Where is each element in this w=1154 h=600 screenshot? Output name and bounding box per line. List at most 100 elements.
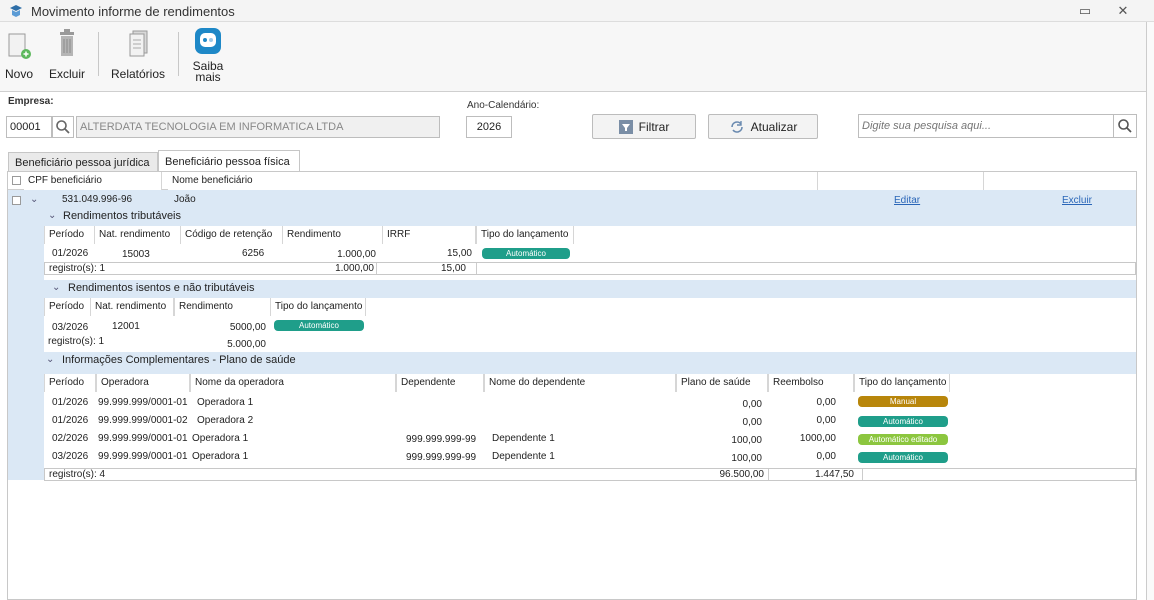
- saude-periodo: 01/2026: [52, 415, 89, 426]
- saude-nome-dependente: Dependente 1: [492, 451, 555, 462]
- empresa-label: Empresa:: [8, 96, 54, 107]
- trib-title: Rendimentos tributáveis: [63, 210, 182, 222]
- excluir-button[interactable]: Excluir: [48, 26, 86, 81]
- col-nome[interactable]: Nome beneficiário: [168, 172, 818, 190]
- col-editar: [818, 172, 984, 190]
- saude-plano: 0,00: [742, 399, 762, 410]
- isentos-col-periodo[interactable]: Período: [44, 298, 92, 316]
- relatorios-label: Relatórios: [110, 67, 166, 81]
- saude-tipo-badge: Automático: [858, 452, 948, 463]
- trib-col-codigo[interactable]: Código de retenção: [180, 226, 284, 244]
- info-chat-icon: [195, 28, 221, 54]
- saude-title: Informações Complementares - Plano de sa…: [62, 354, 296, 366]
- search-icon: [56, 120, 70, 134]
- saude-row[interactable]: 02/2026 99.999.999/0001-01 Operadora 1 999.…: [44, 430, 1136, 448]
- saude-chevron-icon[interactable]: ⌄: [46, 354, 54, 365]
- saude-col-nome-op[interactable]: Nome da operadora: [190, 374, 396, 392]
- saude-operadora: 99.999.999/0001-01: [98, 397, 188, 408]
- saude-reembolso: 0,00: [816, 415, 836, 426]
- saude-operadora: 99.999.999/0001-01: [98, 451, 188, 462]
- saude-nome-operadora: Operadora 1: [192, 451, 249, 462]
- saude-col-dependente[interactable]: Dependente: [396, 374, 484, 392]
- search-button[interactable]: [1113, 114, 1137, 138]
- cpf-value: 531.049.996-96: [62, 194, 133, 205]
- trib-col-irrf[interactable]: IRRF: [382, 226, 476, 244]
- novo-button[interactable]: Novo: [4, 26, 34, 81]
- collapse-chevron-icon[interactable]: ⌄: [30, 194, 38, 205]
- saude-tipo-badge: Manual: [858, 396, 948, 407]
- saude-row[interactable]: 01/2026 99.999.999/0001-01 Operadora 1 0,00…: [44, 394, 1136, 412]
- isentos-col-rendimento[interactable]: Rendimento: [174, 298, 272, 316]
- search-icon: [1118, 119, 1132, 133]
- search-input[interactable]: [858, 114, 1114, 138]
- trib-periodo: 01/2026: [52, 248, 89, 259]
- saude-nome-operadora: Operadora 2: [197, 415, 254, 426]
- trib-tipo-badge: Automático: [482, 248, 570, 259]
- saude-total-plano: 96.500,00: [677, 469, 769, 480]
- editar-link[interactable]: Editar: [894, 195, 920, 206]
- saude-col-reembolso[interactable]: Reembolso: [768, 374, 854, 392]
- relatorios-button[interactable]: Relatórios: [108, 26, 168, 81]
- isentos-col-nat[interactable]: Nat. rendimento: [90, 298, 174, 316]
- saude-operadora: 99.999.999/0001-02: [98, 415, 188, 426]
- row-checkbox[interactable]: [12, 196, 21, 205]
- saiba-mais-button[interactable]: Saiba mais: [190, 26, 226, 83]
- restore-icon[interactable]: ▭: [1076, 3, 1094, 19]
- trib-footer: registro(s): 1 1.000,00 15,00: [44, 262, 1136, 275]
- saude-col-tipo[interactable]: Tipo do lançamento: [854, 374, 950, 392]
- trib-col-periodo[interactable]: Período: [44, 226, 96, 244]
- empresa-code-input[interactable]: 00001: [6, 116, 52, 138]
- empresa-search-button[interactable]: [52, 116, 74, 138]
- select-all-checkbox[interactable]: [12, 176, 21, 185]
- trib-chevron-icon[interactable]: ⌄: [48, 210, 56, 221]
- isentos-nat: 12001: [112, 321, 140, 332]
- close-icon[interactable]: ✕: [1114, 3, 1132, 19]
- isentos-chevron-icon[interactable]: ⌄: [52, 282, 60, 293]
- grid-header: CPF beneficiário Nome beneficiário: [8, 172, 1136, 190]
- vertical-scrollbar[interactable]: [1146, 22, 1154, 600]
- novo-label: Novo: [4, 67, 33, 81]
- ano-input[interactable]: 2026: [466, 116, 512, 138]
- saude-nome-operadora: Operadora 1: [197, 397, 254, 408]
- saude-col-operadora[interactable]: Operadora: [96, 374, 190, 392]
- saude-plano: 100,00: [731, 435, 762, 446]
- atualizar-label: Atualizar: [750, 119, 798, 134]
- saude-row[interactable]: 03/2026 99.999.999/0001-01 Operadora 1 999.…: [44, 448, 1136, 466]
- trib-col-nat[interactable]: Nat. rendimento: [94, 226, 182, 244]
- saude-dependente: 999.999.999-99: [406, 452, 477, 463]
- trib-codigo: 6256: [242, 248, 265, 259]
- saude-operadora: 99.999.999/0001-01: [98, 433, 188, 444]
- saude-nome-dependente: Dependente 1: [492, 433, 555, 444]
- saude-total-reembolso: 1.447,50: [769, 469, 863, 480]
- saude-nome-operadora: Operadora 1: [192, 433, 249, 444]
- saude-tipo-badge: Automático editado: [858, 434, 948, 445]
- trib-col-tipo[interactable]: Tipo do lançamento: [476, 226, 574, 244]
- tab-pessoa-fisica[interactable]: Beneficiário pessoa física: [158, 150, 300, 171]
- filter-icon: [618, 119, 633, 134]
- excluir-link[interactable]: Excluir: [1062, 195, 1092, 206]
- trib-nat: 15003: [122, 249, 150, 260]
- saude-periodo: 01/2026: [52, 397, 89, 408]
- tab-pessoa-juridica[interactable]: Beneficiário pessoa jurídica: [8, 152, 158, 172]
- saiba-mais-label: Saiba mais: [190, 60, 226, 83]
- isentos-total-rendimento: 5.000,00: [227, 339, 266, 350]
- saude-dependente: 999.999.999-99: [406, 434, 477, 445]
- filtrar-button[interactable]: Filtrar: [592, 114, 696, 139]
- title-bar: Movimento informe de rendimentos ▭ ✕: [0, 0, 1154, 22]
- saude-col-periodo[interactable]: Período: [44, 374, 96, 392]
- nome-value: João: [174, 194, 196, 205]
- atualizar-button[interactable]: Atualizar: [708, 114, 818, 139]
- saude-row[interactable]: 01/2026 99.999.999/0001-02 Operadora 2 0,00…: [44, 412, 1136, 430]
- trib-table: Período Nat. rendimento Código de retenç…: [44, 226, 1136, 280]
- saude-periodo: 02/2026: [52, 433, 89, 444]
- trib-col-rendimento[interactable]: Rendimento: [282, 226, 384, 244]
- report-icon: [129, 30, 148, 57]
- window-title: Movimento informe de rendimentos: [31, 4, 235, 19]
- isentos-col-tipo[interactable]: Tipo do lançamento: [270, 298, 366, 316]
- col-cpf[interactable]: CPF beneficiário: [24, 172, 162, 190]
- isentos-rendimento: 5000,00: [229, 322, 266, 333]
- excluir-label: Excluir: [48, 67, 85, 81]
- saude-count: registro(s): 4: [49, 469, 106, 480]
- saude-col-nome-dep[interactable]: Nome do dependente: [484, 374, 676, 392]
- saude-col-plano[interactable]: Plano de saúde: [676, 374, 768, 392]
